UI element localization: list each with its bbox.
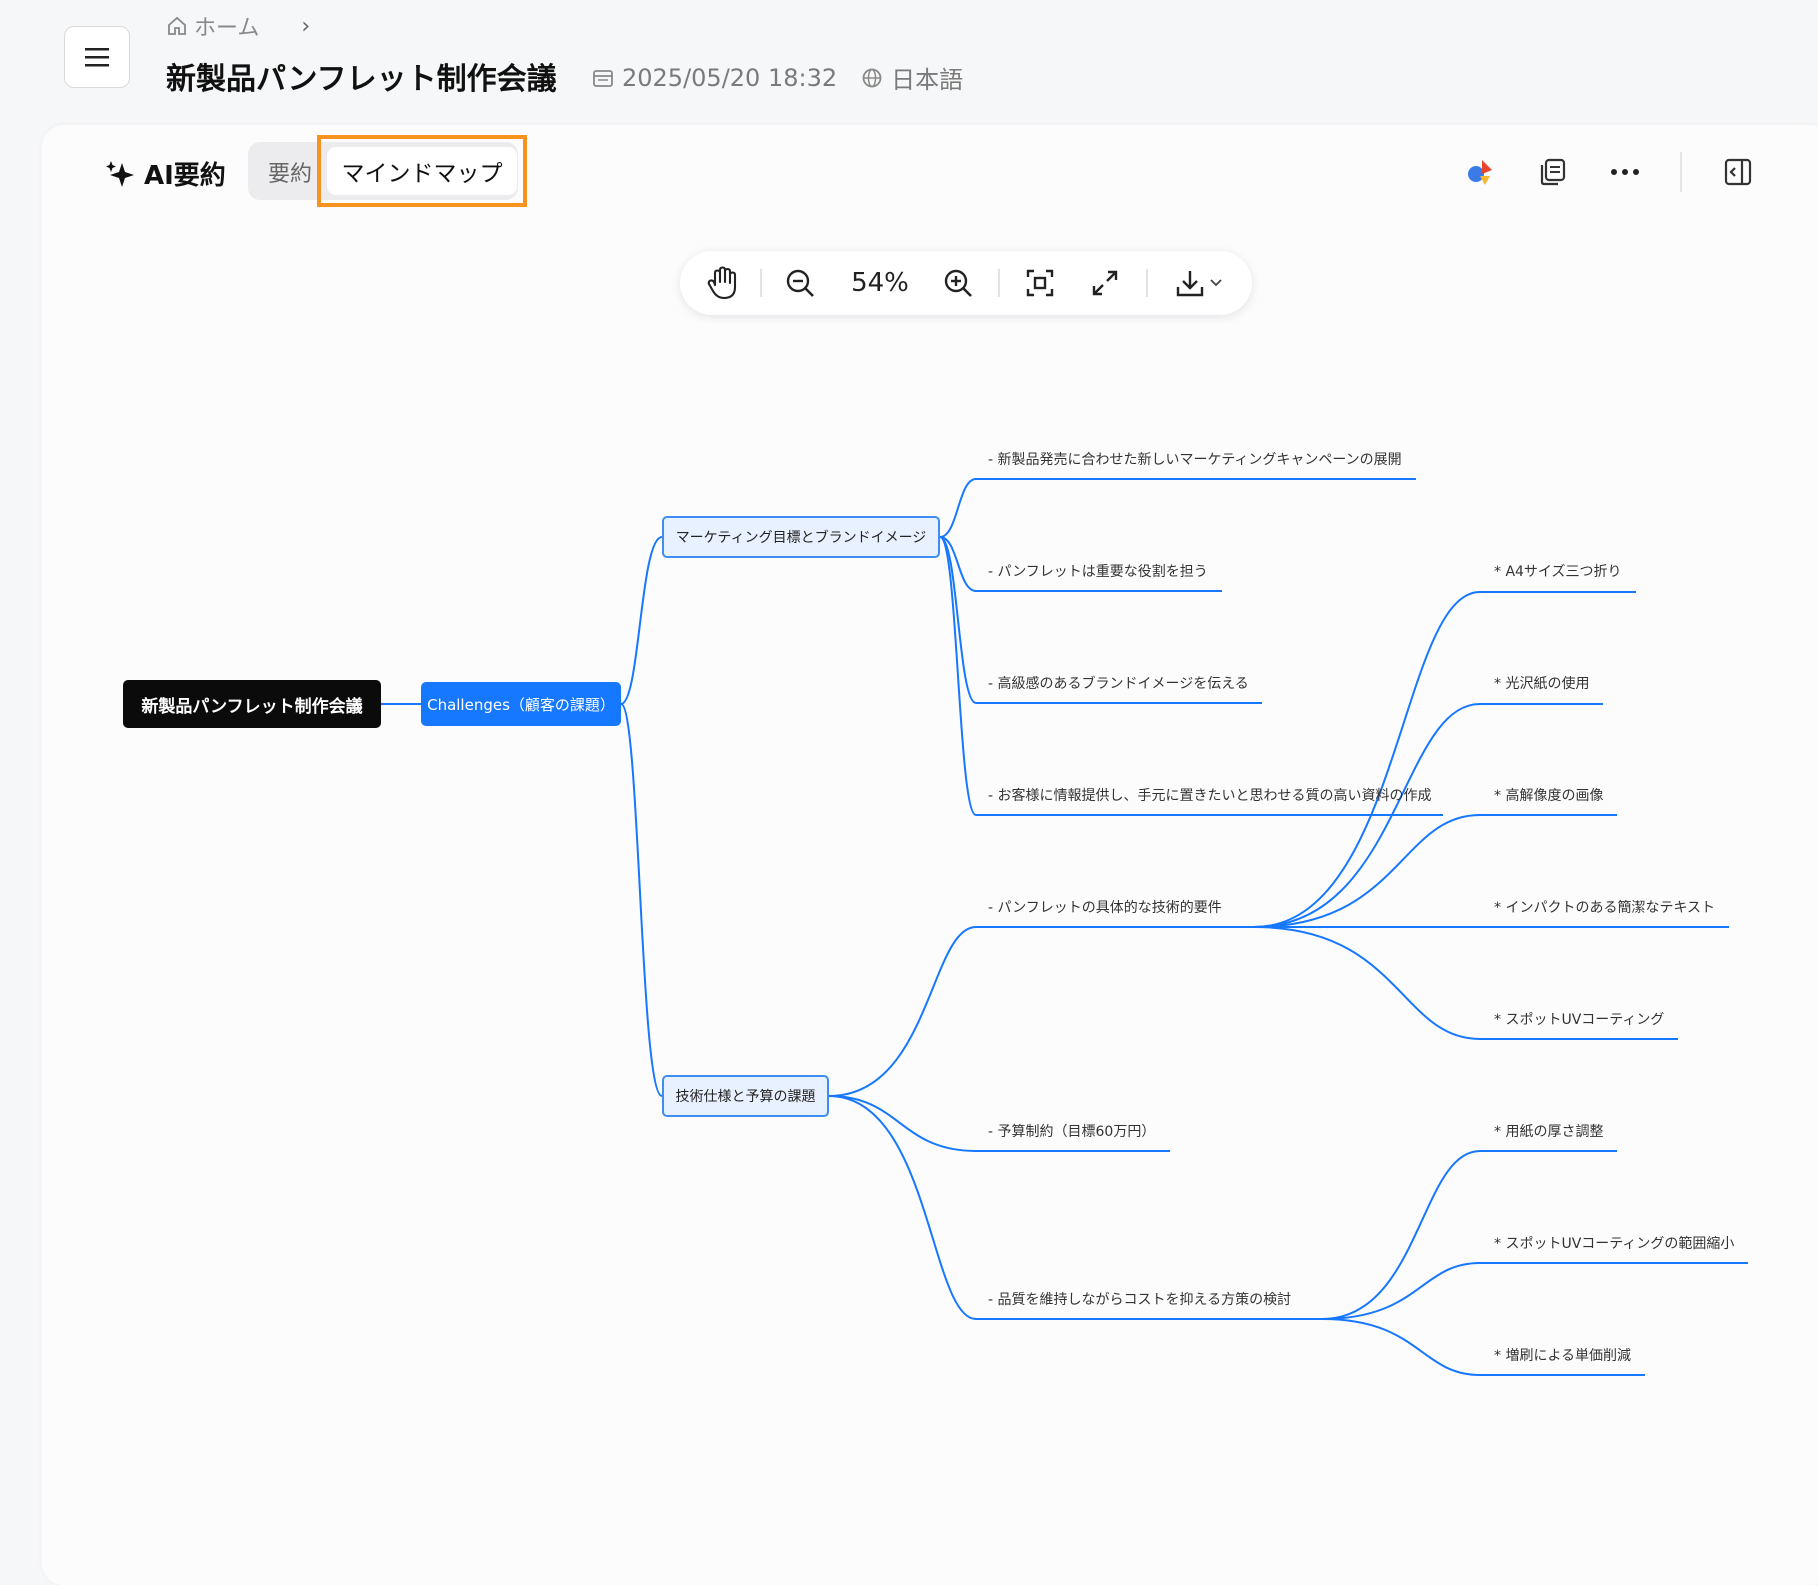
mindmap-leaf[interactable]: - お客様に情報提供し、手元に置きたいと思わせる質の高い資料の作成 [988, 785, 1432, 805]
mindmap-subleaf[interactable]: * 増刷による単価削減 [1494, 1345, 1631, 1365]
mindmap-level1-node[interactable]: Challenges（顧客の課題） [421, 682, 621, 726]
mindmap-leaf[interactable]: - パンフレットは重要な役割を担う [988, 561, 1208, 581]
mindmap-leaf[interactable]: - 品質を維持しながらコストを抑える方策の検討 [988, 1289, 1291, 1309]
mindmap-leaf[interactable]: - 高級感のあるブランドイメージを伝える [988, 673, 1249, 693]
mindmap-leaf[interactable]: - 予算制約（目標60万円） [988, 1121, 1155, 1141]
mindmap-leaf[interactable]: - パンフレットの具体的な技術的要件 [988, 897, 1222, 917]
mindmap-connectors [381, 478, 1748, 1376]
mindmap-branch-marketing[interactable]: マーケティング目標とブランドイメージ [662, 516, 940, 558]
mindmap-subleaf[interactable]: * 光沢紙の使用 [1494, 673, 1589, 693]
mindmap-subleaf[interactable]: * スポットUVコーティング [1494, 1009, 1664, 1029]
mindmap-branch-tech-budget[interactable]: 技術仕様と予算の課題 [662, 1075, 829, 1117]
mindmap-subleaf[interactable]: * 高解像度の画像 [1494, 785, 1603, 805]
mindmap-root-node[interactable]: 新製品パンフレット制作会議 [123, 680, 381, 728]
mindmap-subleaf[interactable]: * インパクトのある簡潔なテキスト [1494, 897, 1715, 917]
mindmap-subleaf[interactable]: * A4サイズ三つ折り [1494, 561, 1622, 581]
mindmap-subleaf[interactable]: * スポットUVコーティングの範囲縮小 [1494, 1233, 1734, 1253]
mindmap-subleaf[interactable]: * 用紙の厚さ調整 [1494, 1121, 1603, 1141]
mindmap-leaf[interactable]: - 新製品発売に合わせた新しいマーケティングキャンペーンの展開 [988, 449, 1402, 469]
